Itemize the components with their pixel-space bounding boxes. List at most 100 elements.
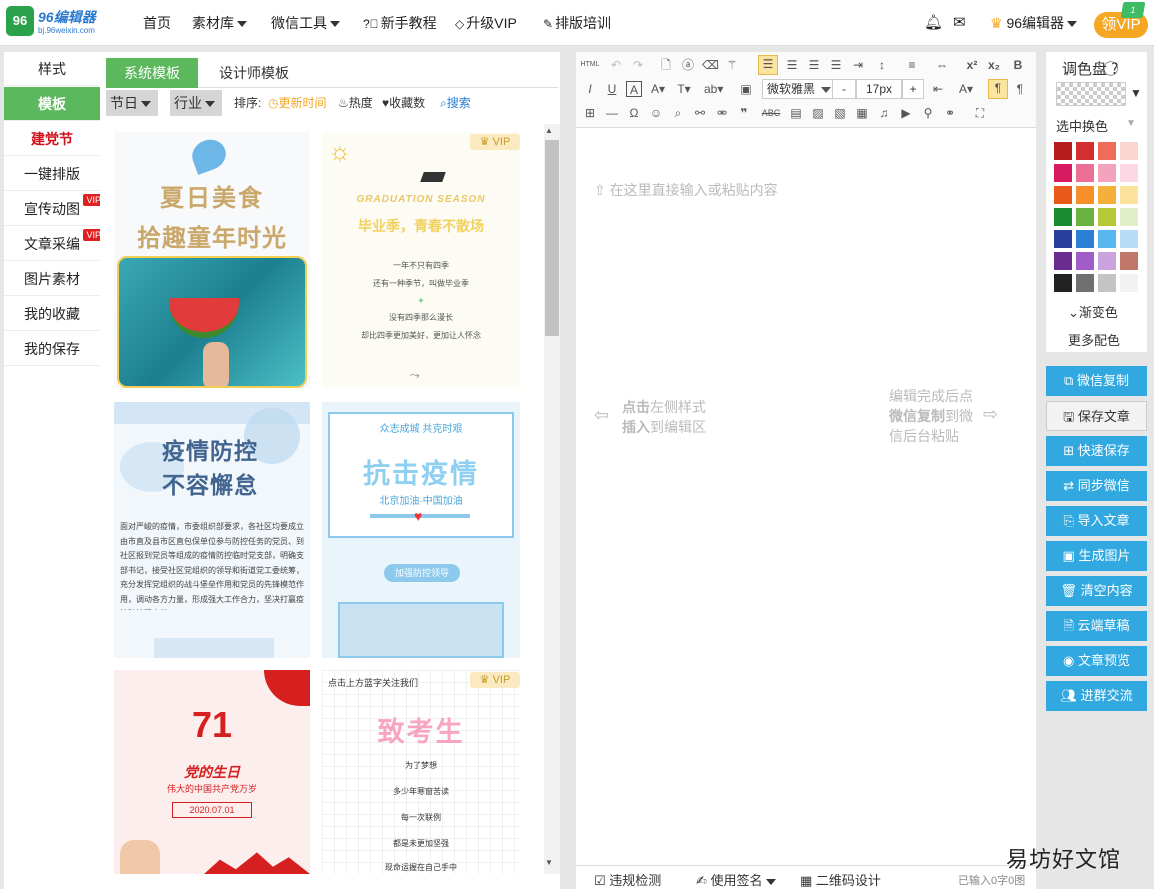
color-swatch[interactable] bbox=[1076, 142, 1094, 160]
sidebar-item-my-favorites[interactable]: 我的收藏 bbox=[4, 297, 100, 331]
user-menu[interactable]: ♛ 96编辑器 bbox=[990, 0, 1078, 46]
clear-content-button[interactable]: 🗑︎ 清空内容 bbox=[1046, 576, 1147, 606]
insert-gallery-icon[interactable]: ▧ bbox=[832, 105, 848, 121]
font-size-decrease[interactable]: - bbox=[832, 79, 856, 99]
insert-video-icon[interactable]: ▶ bbox=[898, 105, 914, 121]
bell-icon[interactable]: 🔔︎ bbox=[924, 0, 943, 46]
article-preview-button[interactable]: ◉ 文章预览 bbox=[1046, 646, 1147, 676]
color-swatch[interactable] bbox=[1054, 164, 1072, 182]
sort-favorites[interactable]: ♥收藏数 bbox=[382, 90, 425, 116]
magic-wand-icon[interactable]: ⚚ bbox=[724, 57, 740, 73]
link-icon[interactable]: ⚯ bbox=[692, 105, 708, 121]
nav-wechat-tools[interactable]: 微信工具 bbox=[271, 0, 340, 46]
mail-icon[interactable]: ✉ bbox=[953, 0, 966, 46]
format-painter-icon[interactable]: ▤ bbox=[788, 105, 804, 121]
cloud-draft-button[interactable]: 🗎 云端草稿 bbox=[1046, 611, 1147, 641]
color-swatch[interactable] bbox=[1120, 252, 1138, 270]
industry-dropdown[interactable]: 行业 bbox=[170, 90, 222, 116]
help-icon[interactable]: ?⃝ bbox=[1111, 61, 1118, 78]
align-right-icon[interactable]: ☰ bbox=[806, 57, 822, 73]
color-swatch[interactable] bbox=[1120, 274, 1138, 292]
color-swatch[interactable] bbox=[1098, 164, 1116, 182]
color-swatch[interactable] bbox=[1120, 186, 1138, 204]
html-source-icon[interactable]: HTML bbox=[580, 57, 600, 73]
color-swatch[interactable] bbox=[1054, 252, 1072, 270]
insert-layout-icon[interactable]: ⚲ bbox=[920, 105, 936, 121]
festival-dropdown[interactable]: 节日 bbox=[106, 90, 158, 116]
scroll-down-icon[interactable]: ▼ bbox=[545, 858, 553, 867]
save-article-button[interactable]: 🖫 保存文章 bbox=[1046, 401, 1147, 431]
sidebar-item-styles[interactable]: 样式 bbox=[4, 52, 100, 86]
font-border-icon[interactable]: A bbox=[626, 81, 642, 97]
auto-format-icon[interactable]: ⓐ bbox=[680, 57, 696, 73]
chevron-down-icon[interactable]: ▼ bbox=[1126, 118, 1136, 129]
color-swatch[interactable] bbox=[1098, 274, 1116, 292]
font-size-increase[interactable]: + bbox=[902, 79, 924, 99]
color-swatch[interactable] bbox=[1054, 186, 1072, 204]
sidebar-item-one-click-layout[interactable]: 一键排版 bbox=[4, 157, 100, 191]
nav-materials[interactable]: 素材库 bbox=[192, 0, 247, 46]
eraser-icon[interactable]: ⌫ bbox=[702, 57, 719, 73]
italic-icon[interactable]: I bbox=[582, 81, 598, 97]
fullscreen-icon[interactable]: ⛶ bbox=[972, 105, 988, 121]
color-swatch[interactable] bbox=[1076, 164, 1094, 182]
new-doc-icon[interactable]: 🗋 bbox=[658, 57, 674, 73]
insert-component-icon[interactable]: ⚭ bbox=[942, 105, 958, 121]
color-swatch[interactable] bbox=[1098, 142, 1116, 160]
sidebar-item-article-collect[interactable]: 文章采编 VIP bbox=[4, 227, 104, 261]
letter-spacing-icon[interactable]: ⇔ bbox=[934, 57, 950, 73]
insert-bg-icon[interactable]: ▦ bbox=[854, 105, 870, 121]
color-swatch[interactable] bbox=[1098, 230, 1116, 248]
subscript-icon[interactable]: x₂ bbox=[986, 57, 1002, 73]
sidebar-item-templates[interactable]: 模板 bbox=[4, 87, 100, 121]
chevron-down-icon[interactable]: ▼ bbox=[1130, 86, 1142, 100]
align-justify-icon[interactable]: ☰ bbox=[828, 57, 844, 73]
special-char-icon[interactable]: Ω bbox=[626, 105, 642, 121]
insert-music-icon[interactable]: ♫ bbox=[876, 105, 892, 121]
template-card-summer-food[interactable]: 夏日美食 拾趣童年时光 bbox=[114, 132, 310, 388]
color-swatch[interactable] bbox=[1076, 186, 1094, 204]
superscript-icon[interactable]: x² bbox=[964, 57, 980, 73]
nav-upgrade-vip[interactable]: ◇ 升级VIP bbox=[455, 0, 517, 46]
more-colors-link[interactable]: 更多配色 bbox=[1068, 330, 1120, 349]
color-swatch[interactable] bbox=[1076, 208, 1094, 226]
tab-designer-templates[interactable]: 设计师模板 bbox=[206, 58, 302, 88]
color-swatch[interactable] bbox=[1054, 208, 1072, 226]
bold-icon[interactable]: B bbox=[1010, 57, 1026, 73]
color-swatch[interactable] bbox=[1076, 274, 1094, 292]
sidebar-item-promo-gifs[interactable]: 宣传动图 VIP bbox=[4, 192, 104, 226]
color-swatch[interactable] bbox=[1054, 230, 1072, 248]
sidebar-item-my-saved[interactable]: 我的保存 bbox=[4, 332, 100, 366]
qrcode-button[interactable]: ▦ 二维码设计 bbox=[800, 870, 881, 889]
strikethrough-icon[interactable]: ABC bbox=[760, 105, 782, 121]
emoji-icon[interactable]: ☺ bbox=[648, 105, 664, 121]
join-group-button[interactable]: 👥︎ 进群交流 bbox=[1046, 681, 1147, 711]
gradient-toggle[interactable]: ⌄渐变色 bbox=[1068, 302, 1118, 321]
ltr-icon[interactable]: ¶ bbox=[988, 79, 1008, 99]
template-card-party-birthday[interactable]: 71 党的生日 伟大的中国共产党万岁 2020.07.01 bbox=[114, 670, 310, 874]
template-card-fight-epidemic[interactable]: 众志成城 共克时艰 抗击疫情 北京加油·中国加油 ♥ 加强防控领导 bbox=[322, 402, 520, 658]
indent-icon[interactable]: ⇥ bbox=[850, 57, 866, 73]
nav-home[interactable]: 首页 bbox=[143, 0, 171, 46]
color-swatch[interactable] bbox=[1120, 142, 1138, 160]
sidebar-item-party-day[interactable]: 建党节 bbox=[4, 122, 100, 156]
align-center-icon[interactable]: ☰ bbox=[784, 57, 800, 73]
color-swatch[interactable] bbox=[1120, 208, 1138, 226]
quote-icon[interactable]: ❞ bbox=[736, 105, 752, 121]
template-card-epidemic-control[interactable]: 疫情防控 不容懈怠 面对严峻的疫情，市委组织部要求，各社区均要成立由市直及县市区… bbox=[114, 402, 310, 658]
font-color-icon[interactable]: A▾ bbox=[650, 81, 666, 97]
font-size-input[interactable]: 17px bbox=[856, 79, 902, 99]
current-color-swatch[interactable] bbox=[1056, 82, 1126, 106]
underline-icon[interactable]: U bbox=[604, 81, 620, 97]
redo-icon[interactable]: ↷ bbox=[630, 57, 646, 73]
color-swatch[interactable] bbox=[1076, 252, 1094, 270]
import-article-button[interactable]: ⎘ 导入文章 bbox=[1046, 506, 1147, 536]
template-card-exam[interactable]: 点击上方蓝字关注我们 ♛ VIP 致考生 为了梦想 多少年寒窗苦读 每一次联例 … bbox=[322, 670, 520, 874]
align-left-icon[interactable]: ☰ bbox=[758, 55, 778, 75]
sort-popularity[interactable]: ♨热度 bbox=[338, 90, 373, 116]
generate-image-button[interactable]: ▣ 生成图片 bbox=[1046, 541, 1147, 571]
nav-training[interactable]: ✎ 排版培训 bbox=[543, 0, 611, 46]
sidebar-item-image-materials[interactable]: 图片素材 bbox=[4, 262, 100, 296]
template-scrollbar-thumb[interactable] bbox=[545, 140, 559, 336]
indent-left-icon[interactable]: ⇤ bbox=[930, 81, 946, 97]
